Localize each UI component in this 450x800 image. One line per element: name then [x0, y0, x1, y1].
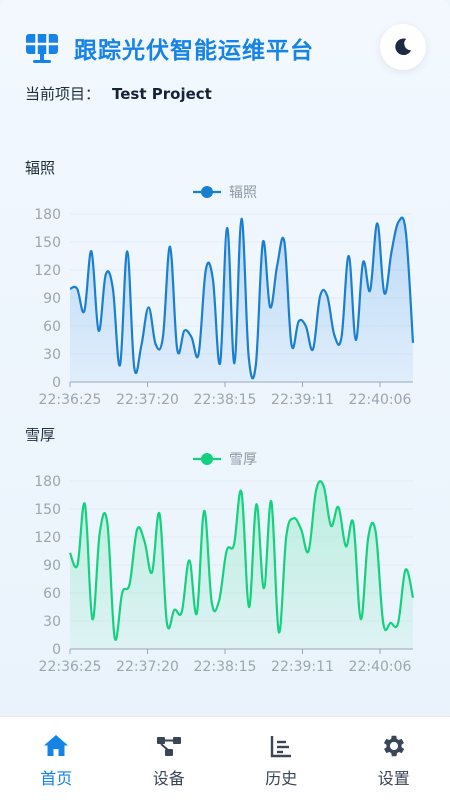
solar-panel-icon: [24, 30, 60, 66]
irradiance-chart: 辐照 0 30 60 90 120 150 180 22:36:25 22:37:20 22:38:…: [0, 178, 450, 410]
x-tick-label: 22:38:15: [194, 659, 257, 675]
y-tick-label: 0: [52, 642, 61, 658]
y-tick-label: 150: [34, 502, 61, 518]
tab-history-label: 历史: [265, 765, 297, 789]
y-tick-label: 0: [52, 375, 61, 391]
y-tick-label: 30: [43, 347, 61, 363]
irradiance-section-title: 辐照: [25, 157, 55, 178]
project-name: Test Project: [112, 85, 212, 103]
gear-icon: [380, 732, 408, 760]
y-tick-label: 90: [43, 291, 61, 307]
device-network-icon: [155, 732, 183, 760]
tab-history[interactable]: 历史: [225, 717, 338, 800]
moon-icon: [392, 36, 414, 58]
legend-marker: [201, 186, 213, 198]
theme-toggle-button[interactable]: [380, 24, 426, 70]
app-title: 跟踪光伏智能运维平台: [74, 31, 314, 65]
y-tick-label: 90: [43, 558, 61, 574]
tab-home-label: 首页: [40, 765, 72, 789]
y-tick-label: 60: [43, 586, 61, 602]
tab-settings[interactable]: 设置: [338, 717, 450, 800]
y-tick-label: 120: [34, 263, 61, 279]
y-tick-label: 180: [34, 207, 61, 223]
x-tick-label: 22:36:25: [39, 659, 102, 675]
y-tick-label: 150: [34, 235, 61, 251]
main-page: 跟踪光伏智能运维平台 当前项目： Test Project 辐照 辐照 0 30 60…: [0, 0, 450, 716]
x-tick-label: 22:40:06: [349, 392, 412, 408]
snow-depth-chart: 雪厚 0 30 60 90 120 150 180 22:36:25 22:37:20 22:38:…: [0, 445, 450, 677]
chart-legend[interactable]: 雪厚: [193, 452, 257, 468]
legend-marker: [201, 453, 213, 465]
x-tick-label: 22:40:06: [349, 659, 412, 675]
tab-settings-label: 设置: [378, 765, 410, 789]
home-icon: [42, 732, 70, 760]
tab-home[interactable]: 首页: [0, 717, 113, 800]
y-tick-label: 120: [34, 530, 61, 546]
y-tick-label: 180: [34, 474, 61, 490]
project-label: 当前项目：: [25, 83, 100, 104]
bottom-tab-bar: 首页 设备 历史: [0, 716, 450, 800]
app-header: 跟踪光伏智能运维平台: [24, 30, 314, 66]
x-tick-label: 22:37:20: [116, 659, 179, 675]
tab-devices[interactable]: 设备: [113, 717, 226, 800]
x-tick-label: 22:36:25: [39, 392, 102, 408]
chart-legend[interactable]: 辐照: [193, 185, 257, 201]
x-tick-label: 22:39:11: [271, 392, 334, 408]
tab-devices-label: 设备: [153, 765, 185, 789]
snow-section-title: 雪厚: [25, 424, 55, 445]
x-tick-label: 22:39:11: [271, 659, 334, 675]
legend-label: 辐照: [229, 185, 257, 201]
y-tick-label: 30: [43, 614, 61, 630]
history-chart-icon: [267, 732, 295, 760]
x-tick-label: 22:38:15: [194, 392, 257, 408]
x-tick-label: 22:37:20: [116, 392, 179, 408]
y-tick-label: 60: [43, 319, 61, 335]
legend-label: 雪厚: [229, 452, 257, 468]
current-project: 当前项目： Test Project: [25, 83, 212, 104]
